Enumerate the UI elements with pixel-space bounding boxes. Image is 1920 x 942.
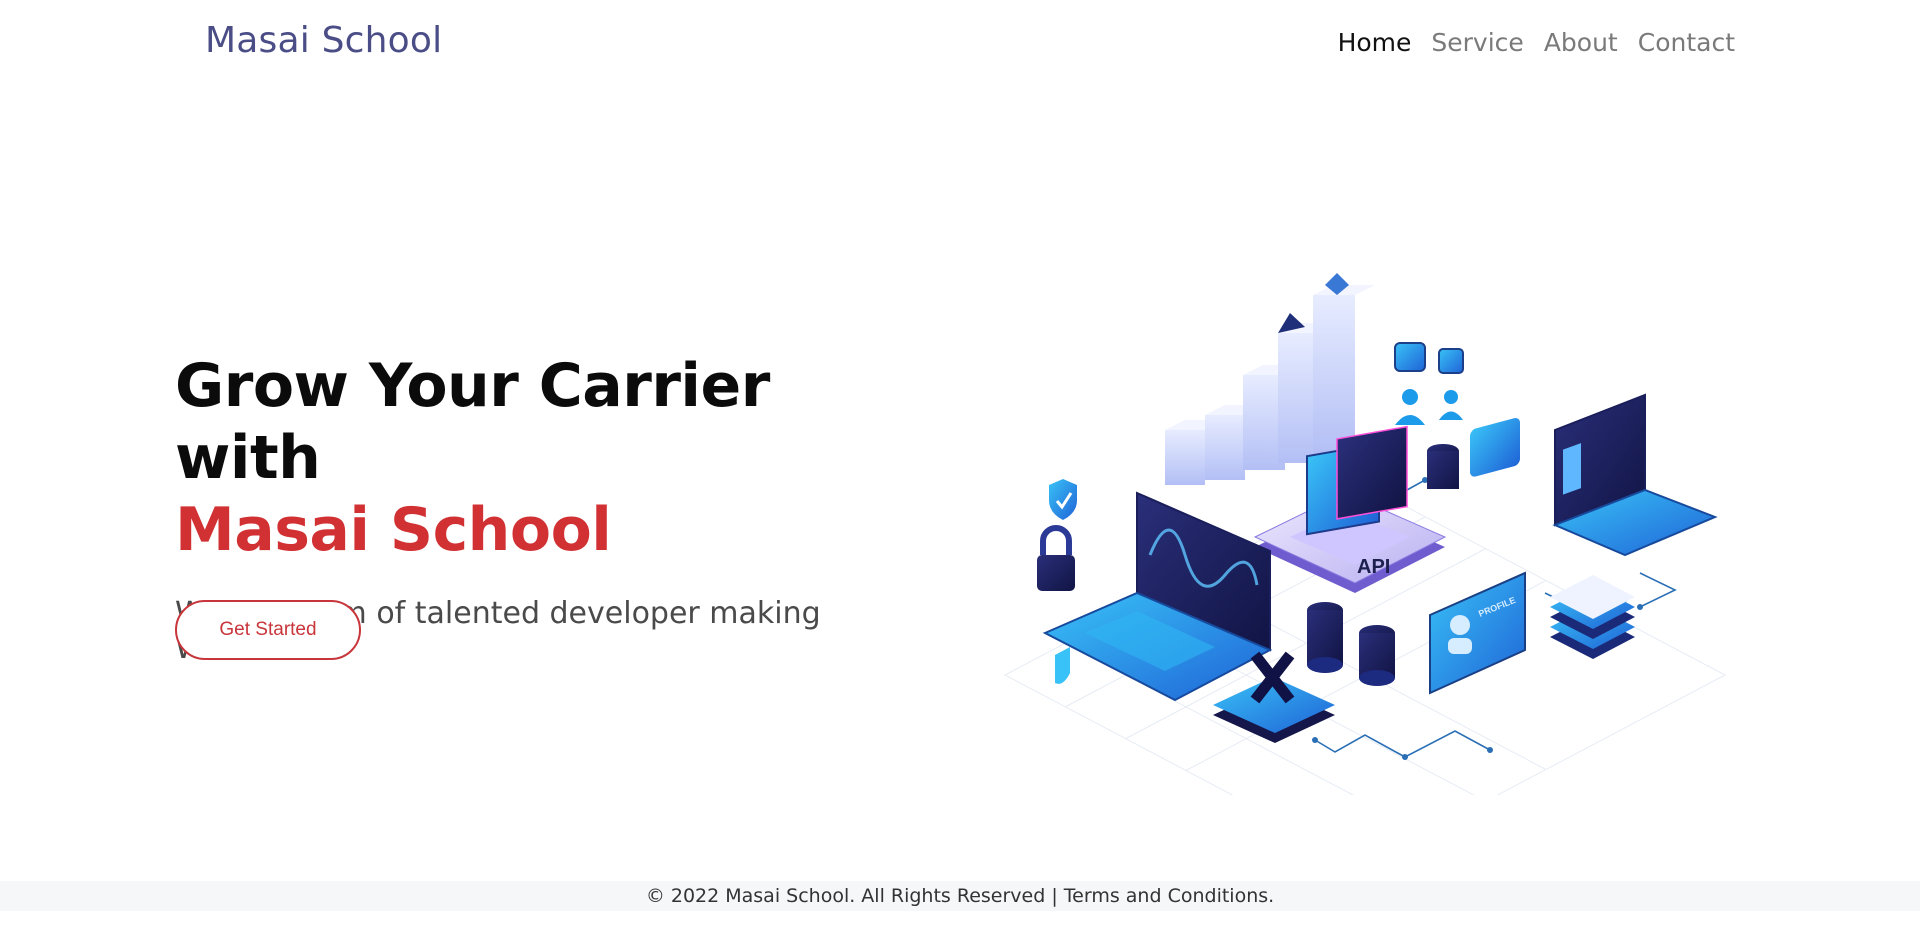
profile-card: PROFILE	[1429, 571, 1526, 695]
nav-link-home[interactable]: Home	[1338, 28, 1412, 57]
left-laptop	[1042, 491, 1273, 702]
nav-link-about[interactable]: About	[1544, 28, 1618, 57]
server-stack	[1550, 575, 1635, 659]
get-started-button[interactable]: Get Started	[175, 600, 361, 660]
hero-title: Grow Your Carrier with Masai School	[175, 350, 935, 566]
nav-link-contact[interactable]: Contact	[1638, 28, 1735, 57]
terms-link[interactable]: Terms and Conditions.	[1064, 885, 1274, 907]
nav-links: Home Service About Contact	[1338, 28, 1735, 57]
api-chip-label: API	[1357, 556, 1390, 578]
hero-title-line1: Grow Your Carrier with	[175, 351, 770, 493]
hero-section: Grow Your Carrier with Masai School We a…	[175, 350, 935, 666]
footer-copyright: © 2022 Masai School. All Rights Reserved…	[645, 885, 1058, 907]
hero-illustration: API PROFILE	[985, 255, 1735, 866]
nav-link-service[interactable]: Service	[1431, 28, 1523, 57]
right-laptop	[1552, 393, 1718, 557]
navbar: Masai School Home Service About Contact	[0, 0, 1920, 90]
hero-title-highlight: Masai School	[175, 495, 612, 565]
brand-logo-link[interactable]: Masai School	[205, 20, 442, 61]
footer: © 2022 Masai School. All Rights Reserved…	[0, 881, 1920, 911]
isometric-tech-illustration: API PROFILE	[1003, 273, 1727, 866]
security-icons	[1037, 479, 1077, 684]
